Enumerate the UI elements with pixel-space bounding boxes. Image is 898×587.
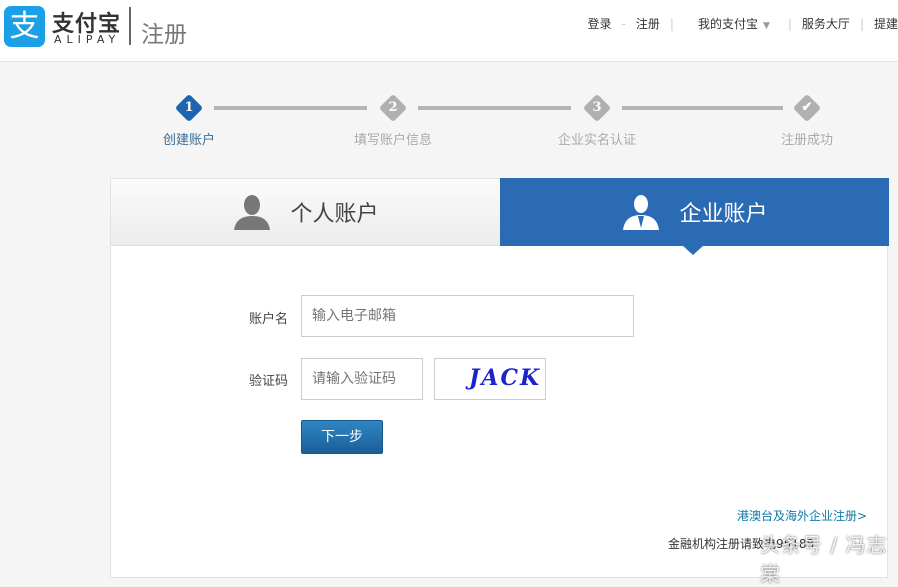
account-name-label: 账户名 — [249, 312, 289, 327]
brand-name-en: ALIPAY — [54, 33, 121, 46]
step-label: 填写账户信息 — [353, 133, 432, 148]
captcha-label: 验证码 — [249, 374, 289, 389]
tab-personal-account[interactable]: 个人账户 — [111, 179, 500, 246]
watermark: 头条号 / 冯志棠 — [760, 533, 888, 586]
person-icon — [234, 195, 271, 230]
divider — [129, 7, 131, 45]
tab-label: 个人账户 — [290, 202, 379, 227]
step-label: 企业实名认证 — [557, 133, 636, 148]
separator: | — [859, 16, 864, 31]
tab-business-account[interactable]: 企业账户 — [500, 178, 889, 246]
login-link[interactable]: 登录 — [588, 15, 612, 32]
step-label: 创建账户 — [162, 133, 215, 148]
overseas-registration-link[interactable]: 港澳台及海外企业注册> — [737, 507, 867, 524]
separator: | — [787, 16, 792, 31]
service-hall-link[interactable]: 服务大厅 — [802, 15, 850, 32]
separator: | — [669, 16, 674, 31]
step-3-marker: 3 — [582, 93, 612, 123]
active-tab-pointer — [682, 245, 704, 255]
step-connector — [214, 106, 367, 110]
my-alipay-label: 我的支付宝 — [697, 17, 758, 31]
tab-label: 企业账户 — [679, 202, 768, 227]
progress-steps: 1 2 3 ✔ 创建账户 填写账户信息 企业实名认证 注册成功 — [0, 90, 898, 150]
step-2-marker: 2 — [378, 93, 408, 123]
register-link[interactable]: 注册 — [636, 15, 660, 32]
email-input[interactable] — [301, 295, 634, 337]
header: 支 支付宝 ALIPAY 注册 登录 - 注册 | 我的支付宝 ▼ | 服务大厅 … — [0, 0, 898, 62]
next-step-button[interactable]: 下一步 — [301, 420, 383, 454]
top-nav: 登录 - 注册 | 我的支付宝 ▼ | 服务大厅 | 提建 — [588, 15, 898, 32]
step-label: 注册成功 — [780, 133, 833, 148]
my-alipay-menu[interactable]: 我的支付宝 ▼ — [698, 15, 770, 32]
caret-down-icon: ▼ — [762, 21, 770, 31]
registration-card: 个人账户 企业账户 账户名 验证码 JACK 下一步 港澳台及海外企业注册> 金… — [110, 178, 889, 578]
separator: - — [621, 16, 626, 31]
step-1-marker: 1 — [174, 93, 204, 123]
captcha-image[interactable]: JACK — [434, 358, 546, 400]
page-title: 注册 — [141, 22, 187, 48]
captcha-input[interactable] — [301, 358, 423, 400]
step-connector — [622, 106, 783, 110]
business-person-icon — [623, 195, 660, 230]
check-icon: ✔ — [792, 93, 822, 123]
suggest-link[interactable]: 提建 — [874, 15, 898, 32]
alipay-logo-icon[interactable]: 支 — [4, 6, 45, 47]
step-connector — [418, 106, 571, 110]
